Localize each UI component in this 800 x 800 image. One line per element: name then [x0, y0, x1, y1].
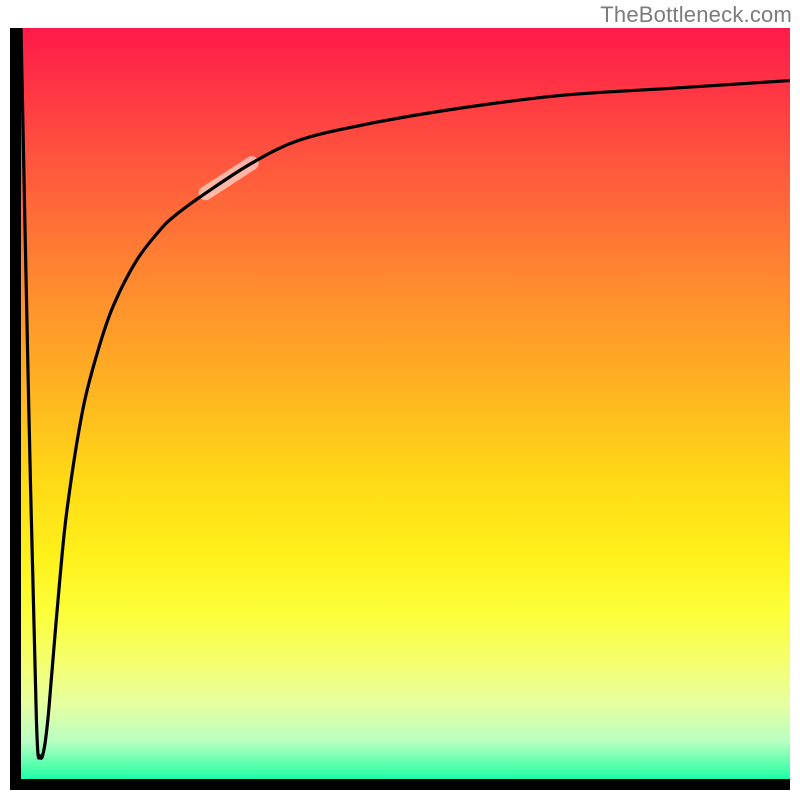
- chart-container: TheBottleneck.com: [0, 0, 800, 800]
- plot-frame: [10, 28, 790, 790]
- bottleneck-curve: [21, 28, 790, 758]
- attribution-text: TheBottleneck.com: [600, 2, 792, 28]
- plot-area: [21, 28, 790, 779]
- curve-svg: [21, 28, 790, 779]
